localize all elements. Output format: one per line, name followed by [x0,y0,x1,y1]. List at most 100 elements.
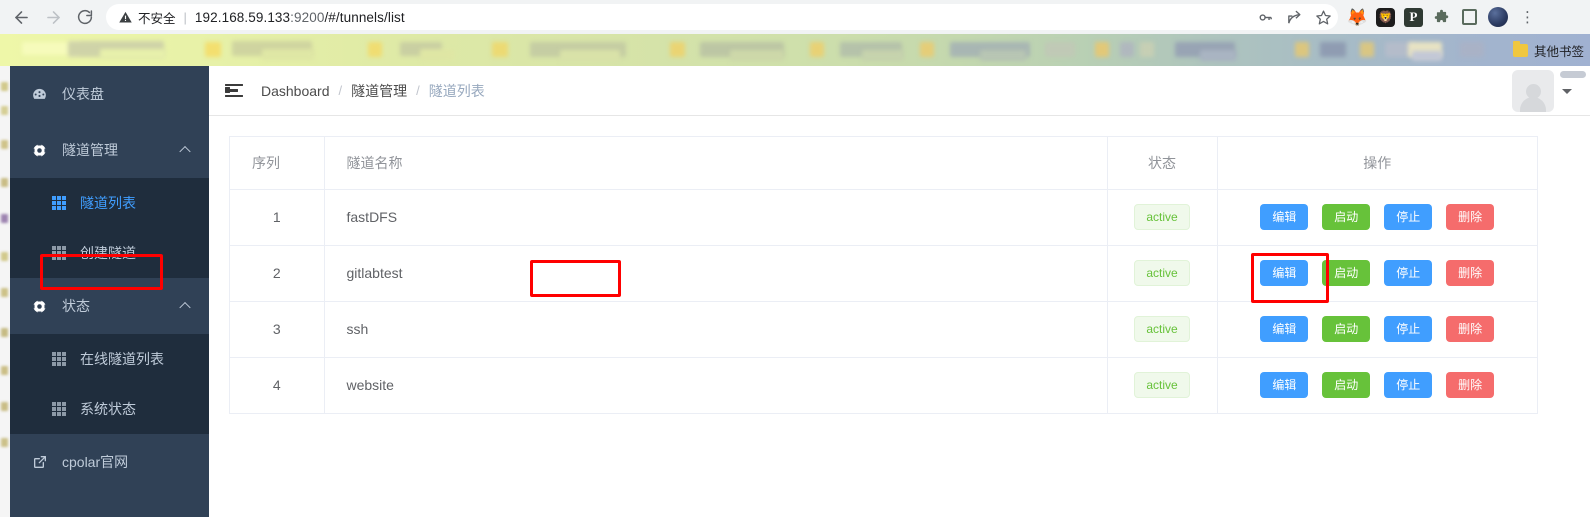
blurred-bookmark[interactable] [560,50,620,61]
blurred-bookmark[interactable] [730,50,784,61]
sidebar-item-system-status[interactable]: 系统状态 [10,384,209,434]
cell-tunnel-name: website [324,357,1108,414]
bookmark-star-icon[interactable] [1315,9,1332,26]
column-header-index: 序列 [230,137,325,190]
blurred-bookmark[interactable] [420,49,454,60]
blurred-bookmark[interactable] [810,42,824,57]
chrome-menu-kebab-icon[interactable]: ⋮ [1517,10,1538,25]
edge-fleck [1,140,8,149]
breadcrumb-item-dashboard[interactable]: Dashboard [261,83,330,99]
start-button[interactable]: 启动 [1322,372,1371,398]
sidebar-subitem-label: 创建隧道 [80,245,136,261]
blurred-bookmark[interactable] [1460,42,1484,57]
blurred-bookmark[interactable] [1360,42,1374,57]
edit-button[interactable]: 编辑 [1260,372,1309,398]
blurred-bookmark[interactable] [100,49,166,59]
stop-button[interactable]: 停止 [1384,316,1433,342]
sidebar-group-tunnel-management[interactable]: 隧道管理 [10,122,209,178]
cell-status: active [1107,301,1218,358]
app-viewport: 仪表盘 隧道管理 隧道列表 创建隧道 状态 在线隧道列表 系统状态 cpolar… [0,66,1590,517]
sidebar-subitem-label: 隧道列表 [80,195,136,211]
back-button[interactable] [6,2,36,32]
external-link-icon [30,454,49,470]
sidebar-item-dashboard[interactable]: 仪表盘 [10,66,209,122]
metamask-extension-icon[interactable]: 🦊 [1347,8,1368,27]
table-row: 3 ssh active 编辑 启动 停止 删除 [230,301,1537,358]
status-badge: active [1134,372,1190,398]
browser-nav-buttons [6,2,100,32]
blurred-bookmark[interactable] [1095,42,1109,57]
address-bar[interactable]: 不安全 | 192.168.59.133:9200/#/tunnels/list [106,4,1338,30]
extensions-puzzle-icon[interactable] [1432,8,1451,27]
forward-button[interactable] [38,2,68,32]
table-row: 1 fastDFS active 编辑 启动 停止 删除 [230,189,1537,246]
blurred-bookmark[interactable] [980,50,1026,61]
share-icon[interactable] [1286,9,1303,26]
stop-button[interactable]: 停止 [1384,372,1433,398]
pocket-extension-icon[interactable]: P [1404,7,1423,27]
start-button[interactable]: 启动 [1322,260,1371,286]
grid-icon [50,246,67,260]
start-button[interactable]: 启动 [1322,316,1371,342]
table-header-row: 序列 隧道名称 状态 操作 [230,137,1537,190]
blurred-bookmark[interactable] [1320,42,1346,57]
sidebar-item-tunnel-list[interactable]: 隧道列表 [10,178,209,228]
other-bookmarks-label: 其他书签 [1533,44,1584,59]
user-avatar-icon[interactable] [1512,70,1554,112]
blurred-bookmark[interactable] [862,50,904,61]
profile-avatar-icon[interactable] [1488,7,1508,27]
page-scrollbar-thumb[interactable] [1560,71,1586,78]
start-button[interactable]: 启动 [1322,204,1371,230]
cell-tunnel-name: fastDFS [324,189,1108,246]
status-badge: active [1134,204,1190,230]
sidebar-collapse-icon[interactable] [225,83,243,98]
cell-actions: 编辑 启动 停止 删除 [1217,189,1537,246]
edit-button[interactable]: 编辑 [1260,204,1309,230]
browser-extensions-area: 🦊 🦁 P ⋮ [1342,7,1540,27]
reload-icon [77,9,93,25]
password-key-icon[interactable] [1257,9,1274,26]
cell-index: 1 [230,189,325,246]
page-left-edge-strip [0,66,10,517]
blurred-bookmark[interactable] [368,42,382,57]
sidebar-item-online-tunnel-list[interactable]: 在线隧道列表 [10,334,209,384]
blurred-bookmark[interactable] [670,42,685,57]
edge-fleck [1,366,8,375]
sidebar-item-create-tunnel[interactable]: 创建隧道 [10,228,209,278]
stop-button[interactable]: 停止 [1384,260,1433,286]
edit-button[interactable]: 编辑 [1260,316,1309,342]
sidebar-group-label: 状态 [62,298,90,314]
browser-toolbar: 不安全 | 192.168.59.133:9200/#/tunnels/list… [0,0,1590,34]
url-host: 192.168.59.133 [194,9,291,25]
breadcrumb: Dashboard / 隧道管理 / 隧道列表 [261,81,485,101]
sidepanel-icon[interactable] [1460,8,1479,27]
sidebar-group-status[interactable]: 状态 [10,278,209,334]
blurred-bookmark[interactable] [1120,42,1134,57]
delete-button[interactable]: 删除 [1446,372,1495,398]
delete-button[interactable]: 删除 [1446,204,1495,230]
edit-button[interactable]: 编辑 [1260,260,1309,286]
stop-button[interactable]: 停止 [1384,204,1433,230]
delete-button[interactable]: 删除 [1446,260,1495,286]
edge-fleck [1,402,8,411]
other-bookmarks-button[interactable]: 其他书签 [1512,34,1584,66]
blurred-bookmark[interactable] [1412,51,1442,61]
edge-fleck [1,178,8,187]
sidebar-item-cpolar-website[interactable]: cpolar官网 [10,434,209,490]
blurred-bookmark[interactable] [205,42,221,57]
blurred-bookmark[interactable] [262,49,314,60]
blurred-bookmark[interactable] [1295,42,1309,57]
cell-index: 4 [230,357,325,414]
blurred-bookmark[interactable] [492,42,508,57]
bitkeep-extension-icon[interactable]: 🦁 [1376,7,1395,27]
sidepanel-square-icon [1462,9,1477,25]
blurred-bookmark[interactable] [1200,50,1236,61]
blurred-bookmark[interactable] [1045,42,1075,57]
blurred-bookmark[interactable] [1140,42,1154,57]
edge-fleck [1,82,8,91]
breadcrumb-item-tunnel-management[interactable]: 隧道管理 [351,81,407,101]
chevron-down-icon[interactable] [1562,88,1572,94]
delete-button[interactable]: 删除 [1446,316,1495,342]
blurred-bookmark[interactable] [920,42,934,57]
reload-button[interactable] [70,2,100,32]
